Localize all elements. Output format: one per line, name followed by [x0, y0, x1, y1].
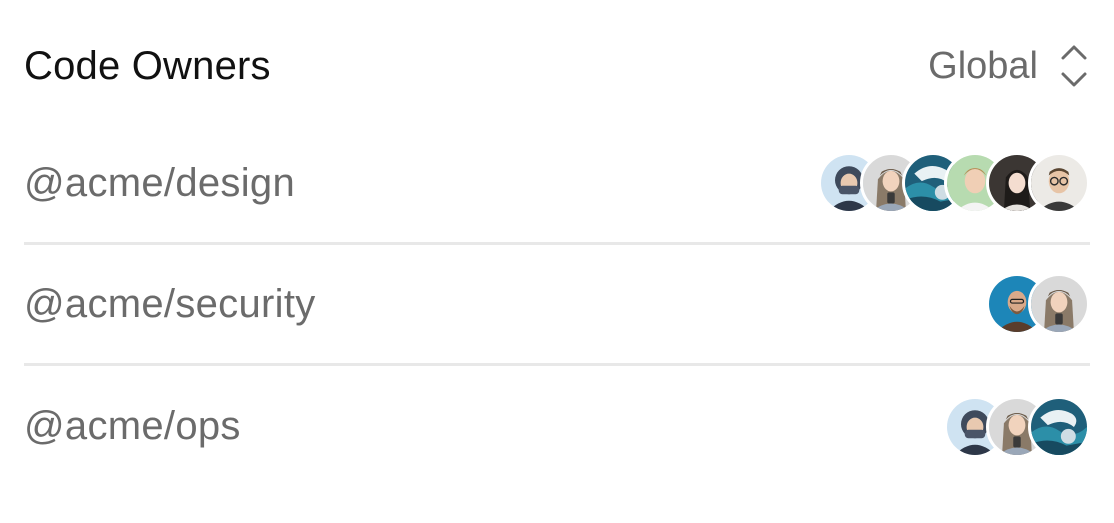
owner-row-design[interactable]: @acme/design [24, 124, 1090, 245]
avatar-stack [818, 152, 1090, 214]
team-handle: @acme/design [24, 160, 296, 205]
owner-row-ops[interactable]: @acme/ops [24, 366, 1090, 487]
scope-selected-value: Global [928, 44, 1038, 87]
avatar[interactable] [1028, 273, 1090, 335]
code-owners-panel: Code Owners Global @acme/design @acme/se… [0, 0, 1114, 523]
team-handle: @acme/security [24, 281, 316, 326]
panel-header: Code Owners Global [24, 0, 1090, 124]
avatar[interactable] [1028, 395, 1090, 458]
avatar-stack [944, 395, 1090, 458]
owners-list: @acme/design @acme/security @acme/ops [24, 124, 1090, 487]
team-handle: @acme/ops [24, 404, 241, 448]
panel-title: Code Owners [24, 43, 271, 88]
chevron-up-down-icon [1061, 45, 1087, 87]
avatar-stack [986, 273, 1090, 335]
avatar[interactable] [1028, 152, 1090, 214]
scope-select[interactable]: Global [928, 44, 1088, 88]
owner-row-security[interactable]: @acme/security [24, 245, 1090, 366]
